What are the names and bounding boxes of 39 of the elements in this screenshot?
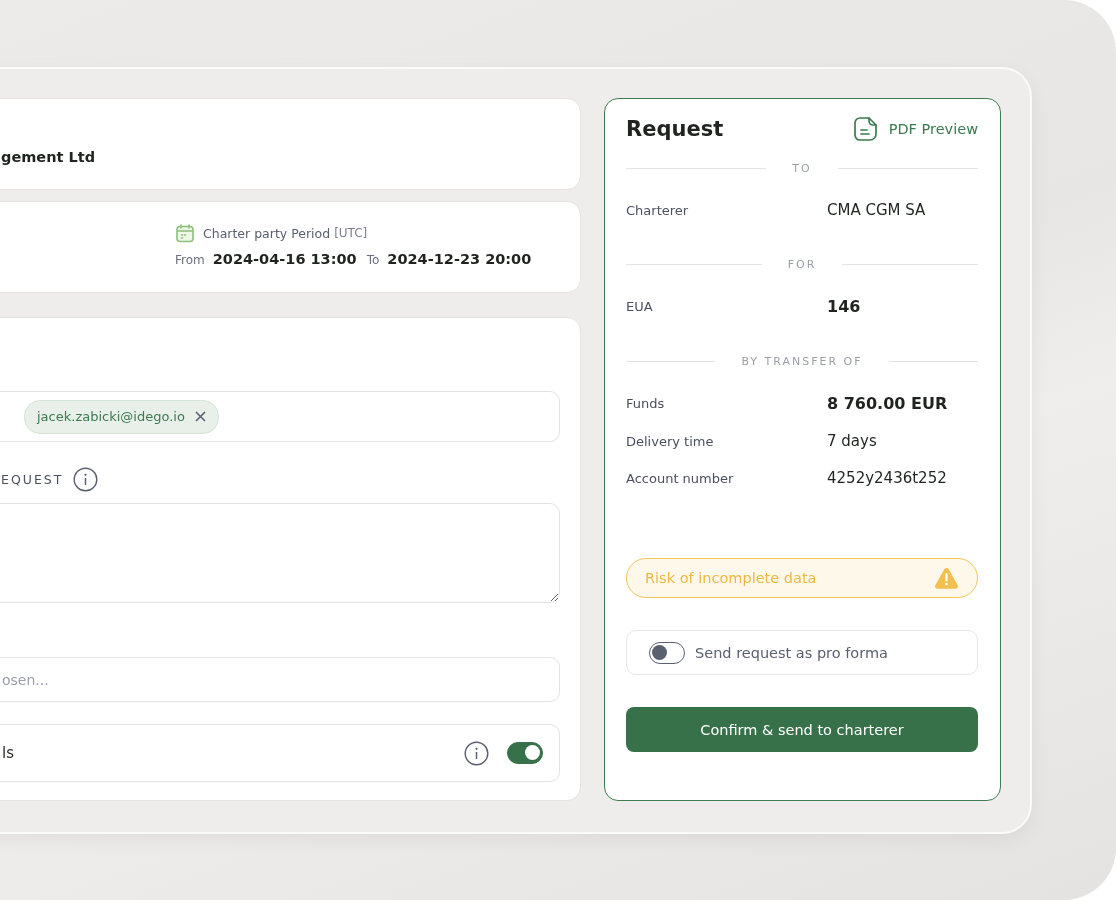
close-icon[interactable]: [194, 411, 206, 422]
select-field[interactable]: osen...: [0, 657, 560, 702]
row-label: Account number: [626, 470, 735, 486]
period-unit: [UTC]: [334, 226, 368, 240]
info-icon[interactable]: [464, 740, 489, 766]
warning-icon: [934, 567, 959, 589]
toggle-switch[interactable]: [507, 742, 543, 764]
panel-title: Request: [626, 117, 724, 141]
row-value: 4252y2436t252: [827, 469, 948, 487]
info-icon[interactable]: [73, 467, 99, 492]
pdf-preview-link[interactable]: PDF Preview: [852, 116, 978, 142]
email-chip[interactable]: jacek.zabicki@idego.io: [24, 399, 219, 434]
company-name: gement Ltd: [1, 149, 95, 165]
option-label: ls: [2, 744, 15, 762]
row-value: 8 760.00 EUR: [827, 394, 949, 413]
toggle-switch[interactable]: [649, 641, 685, 664]
row-label: Funds: [626, 396, 666, 411]
from-date: 2024-04-16 13:00: [212, 251, 357, 267]
to-label: To: [366, 253, 380, 267]
warning-text: Risk of incomplete data: [645, 570, 817, 586]
from-label: From: [175, 253, 205, 267]
row-label: Charterer: [626, 202, 690, 218]
period-label: Charter party Period: [203, 225, 331, 241]
section-heading: FOR: [787, 258, 817, 271]
row-value: CMA CGM SA: [827, 201, 927, 219]
pro-forma-label: Send request as pro forma: [695, 644, 888, 661]
document-icon[interactable]: [852, 116, 879, 142]
message-field[interactable]: [0, 503, 560, 603]
confirm-button[interactable]: Confirm & send to charterer: [626, 707, 978, 752]
section-heading: TO: [792, 162, 812, 175]
recipients-field[interactable]: jacek.zabicki@idego.io: [0, 391, 560, 442]
calendar-icon: [175, 223, 195, 243]
section-heading: BY TRANSFER OF: [741, 355, 863, 368]
row-value: 146: [827, 297, 862, 316]
row-label: EUA: [626, 299, 654, 314]
row-label: Delivery time: [626, 433, 715, 449]
row-value: 7 days: [827, 432, 878, 450]
message-label: EQUEST: [1, 472, 64, 487]
to-date: 2024-12-23 20:00: [387, 251, 532, 267]
